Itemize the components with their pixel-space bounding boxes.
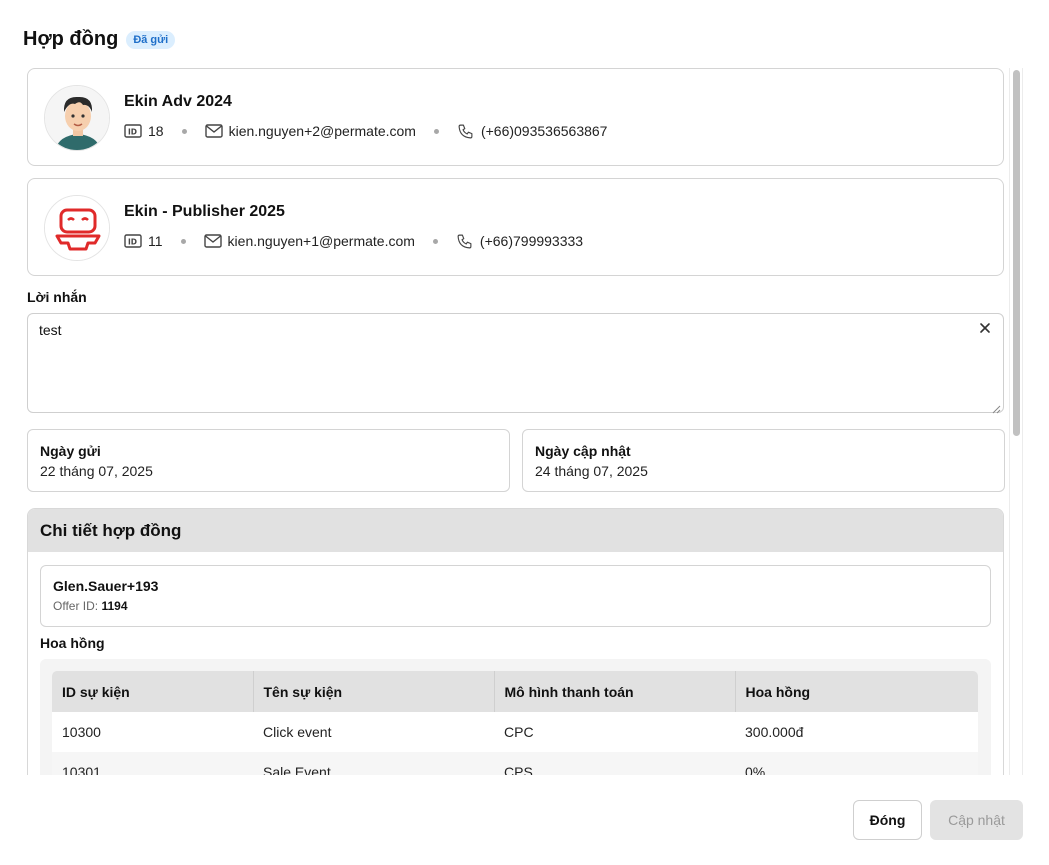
advertiser-id: ID 18: [124, 122, 164, 140]
publisher-phone: (+66)799993333: [456, 232, 583, 250]
table-cell: 300.000đ: [735, 712, 978, 752]
svg-text:ID: ID: [128, 128, 137, 137]
table-cell: 10301: [52, 752, 253, 775]
advertiser-name: Ekin Adv 2024: [124, 93, 232, 110]
scrollbar-thumb[interactable]: [1013, 70, 1020, 436]
id-card-icon: ID: [124, 232, 142, 250]
svg-text:ID: ID: [128, 238, 137, 247]
commission-label: Hoa hồng: [40, 635, 105, 651]
table-row: 10300 Click event CPC 300.000đ: [52, 712, 978, 752]
advertiser-meta: ID 18 kien.nguyen+2@permate.com (+66)093…: [124, 122, 607, 140]
sent-date-value: 22 tháng 07, 2025: [40, 463, 153, 479]
sent-date-card: Ngày gửi 22 tháng 07, 2025: [27, 429, 510, 492]
sent-date-label: Ngày gửi: [40, 443, 101, 459]
publisher-name: Ekin - Publisher 2025: [124, 203, 285, 220]
updated-date-value: 24 tháng 07, 2025: [535, 463, 648, 479]
table-cell: CPS: [494, 752, 735, 775]
advertiser-card: Ekin Adv 2024 ID 18 kien.nguyen+2@permat…: [27, 68, 1004, 166]
advertiser-phone: (+66)093536563867: [457, 122, 607, 140]
commission-table-wrapper: ID sự kiện Tên sự kiện Mô hình thanh toá…: [40, 659, 991, 775]
column-header: ID sự kiện: [52, 671, 254, 712]
id-card-icon: ID: [124, 122, 142, 140]
separator-dot: [181, 128, 187, 134]
vertical-scrollbar[interactable]: [1009, 68, 1023, 775]
offer-name: Glen.Sauer+193: [53, 578, 159, 594]
resize-handle-icon[interactable]: [992, 401, 1001, 414]
mail-icon: [204, 122, 223, 140]
table-cell: 0%: [735, 752, 978, 775]
contract-details-section: Chi tiết hợp đồng Glen.Sauer+193 Offer I…: [27, 508, 1004, 775]
contract-details-title: Chi tiết hợp đồng: [28, 509, 1003, 552]
phone-icon: [457, 122, 475, 140]
close-icon[interactable]: [978, 321, 992, 335]
publisher-card: Ekin - Publisher 2025 ID 11 kien.nguyen+…: [27, 178, 1004, 276]
table-cell: Click event: [253, 712, 494, 752]
table-cell: Sale Event: [253, 752, 494, 775]
advertiser-avatar: [44, 85, 110, 151]
contract-scroll-area[interactable]: Ekin Adv 2024 ID 18 kien.nguyen+2@permat…: [27, 68, 1005, 775]
message-value[interactable]: test: [39, 322, 62, 338]
table-cell: 10300: [52, 712, 253, 752]
page-title: Hợp đồng: [23, 28, 119, 50]
update-button[interactable]: Cập nhật: [930, 800, 1023, 840]
close-button[interactable]: Đóng: [853, 800, 922, 840]
phone-icon: [456, 232, 474, 250]
publisher-meta: ID 11 kien.nguyen+1@permate.com (+66)799…: [124, 232, 583, 250]
advertiser-email: kien.nguyen+2@permate.com: [204, 122, 416, 140]
table-cell: CPC: [494, 712, 735, 752]
page-header: Hợp đồng Đã gửi: [23, 28, 176, 51]
publisher-email: kien.nguyen+1@permate.com: [203, 232, 415, 250]
message-textarea[interactable]: test: [27, 313, 1004, 414]
column-header: Tên sự kiện: [253, 671, 495, 712]
offer-id: Offer ID: 1194: [53, 599, 128, 613]
message-label: Lời nhắn: [27, 289, 87, 305]
table-row: 10301 Sale Event CPS 0%: [52, 752, 978, 775]
status-badge: Đã gửi: [126, 30, 176, 49]
column-header: Hoa hồng: [735, 671, 978, 712]
separator-dot: [432, 238, 438, 244]
mail-icon: [203, 232, 222, 250]
offer-card: Glen.Sauer+193 Offer ID: 1194: [40, 565, 991, 627]
updated-date-card: Ngày cập nhật 24 tháng 07, 2025: [522, 429, 1005, 492]
publisher-id: ID 11: [124, 232, 163, 250]
column-header: Mô hình thanh toán: [494, 671, 736, 712]
updated-date-label: Ngày cập nhật: [535, 443, 631, 459]
separator-dot: [433, 128, 439, 134]
commission-table: ID sự kiện Tên sự kiện Mô hình thanh toá…: [52, 671, 978, 775]
separator-dot: [180, 238, 186, 244]
publisher-avatar: [44, 195, 110, 261]
